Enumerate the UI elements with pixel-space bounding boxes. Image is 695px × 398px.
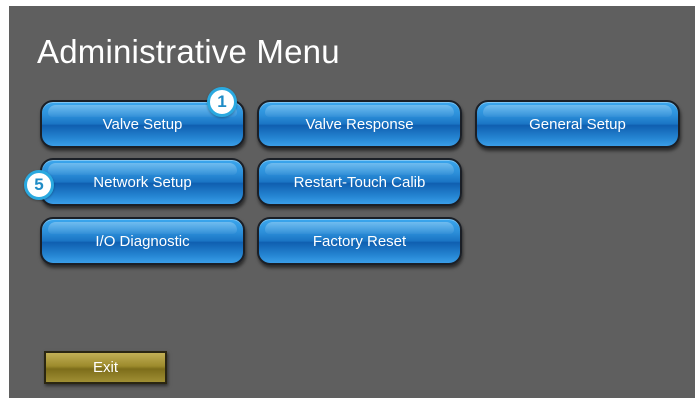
io-diagnostic-label: I/O Diagnostic bbox=[95, 232, 190, 250]
restart-touch-calib-button[interactable]: Restart-Touch Calib bbox=[257, 158, 462, 206]
factory-reset-button[interactable]: Factory Reset bbox=[257, 217, 462, 265]
network-setup-label: Network Setup bbox=[93, 173, 192, 191]
callout-badge-1: 1 bbox=[207, 87, 237, 117]
network-setup-button[interactable]: Network Setup bbox=[40, 158, 245, 206]
restart-touch-calib-label: Restart-Touch Calib bbox=[293, 173, 426, 191]
admin-menu-screen: Administrative Menu Valve Setup Valve Re… bbox=[9, 6, 695, 398]
factory-reset-label: Factory Reset bbox=[312, 232, 407, 250]
exit-label: Exit bbox=[92, 359, 118, 376]
valve-setup-label: Valve Setup bbox=[102, 115, 183, 133]
general-setup-label: General Setup bbox=[529, 115, 626, 133]
page-title: Administrative Menu bbox=[37, 33, 340, 70]
valve-response-button[interactable]: Valve Response bbox=[257, 100, 462, 148]
io-diagnostic-button[interactable]: I/O Diagnostic bbox=[40, 217, 245, 265]
exit-button[interactable]: Exit bbox=[44, 351, 167, 384]
callout-badge-5: 5 bbox=[24, 170, 54, 200]
general-setup-button[interactable]: General Setup bbox=[475, 100, 680, 148]
valve-response-label: Valve Response bbox=[305, 115, 414, 133]
